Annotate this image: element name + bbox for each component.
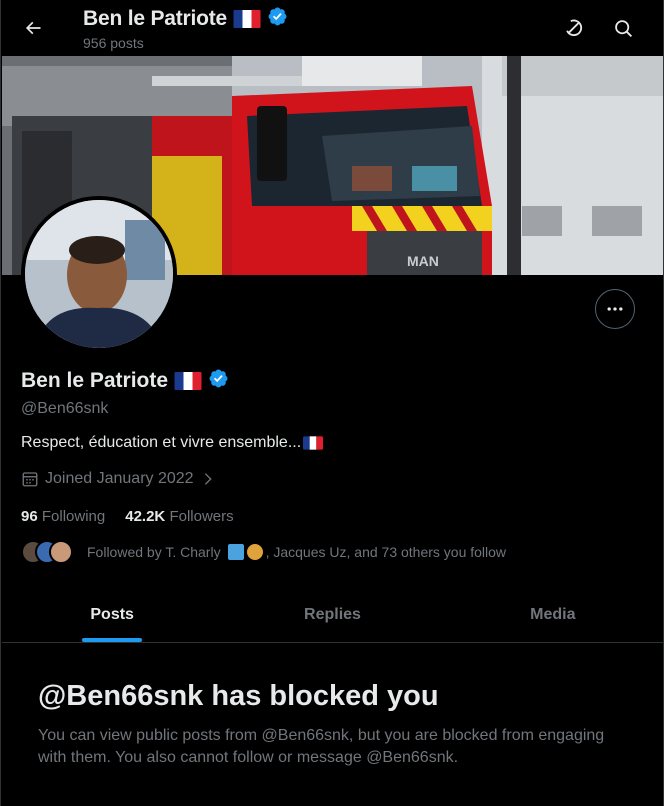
top-bar: Ben le Patriote 956 posts (1, 0, 663, 56)
header-post-count: 956 posts (83, 35, 144, 51)
profile-name-row: Ben le Patriote (21, 368, 229, 394)
following-label: Following (41, 508, 106, 525)
profile-tabs: Posts Replies Media (2, 588, 663, 643)
grok-icon (566, 19, 583, 37)
followed-by-suffix: , Jacques Uz, and 73 others you follow (265, 544, 507, 560)
verified-badge-icon[interactable] (208, 368, 229, 394)
back-button[interactable] (15, 10, 51, 46)
followed-by-prefix: Followed by T. Charly (87, 544, 221, 560)
grok-button[interactable] (556, 10, 592, 46)
more-icon (607, 307, 623, 311)
tab-media[interactable]: Media (443, 588, 663, 642)
followers-count: 42.2K (125, 508, 166, 525)
blue-square-emoji-icon (227, 544, 244, 560)
tab-label: Media (530, 606, 576, 623)
search-button[interactable] (605, 10, 641, 46)
more-options-button[interactable] (595, 289, 635, 329)
tab-posts[interactable]: Posts (2, 588, 222, 642)
following-link[interactable]: 96 Following (21, 508, 105, 525)
joined-date[interactable]: Joined January 2022 (21, 470, 216, 488)
following-count: 96 (21, 508, 38, 525)
tab-label: Replies (304, 606, 361, 623)
search-icon (614, 19, 632, 37)
calendar-icon (22, 472, 38, 487)
profile-name: Ben le Patriote (21, 369, 169, 392)
france-flag-icon (233, 10, 261, 28)
verified-badge-icon (267, 6, 288, 32)
bio-text: Respect, éducation et vivre ensemble... (21, 434, 302, 451)
header-title: Ben le Patriote (83, 7, 228, 30)
header-title-row: Ben le Patriote (83, 6, 288, 32)
france-flag-icon (174, 372, 202, 390)
profile-bio: Respect, éducation et vivre ensemble... (21, 434, 324, 452)
avatar-image (25, 200, 173, 348)
tab-label: Posts (90, 606, 134, 623)
followers-label: Followers (169, 508, 234, 525)
follower-avatar (49, 540, 73, 564)
followers-link[interactable]: 42.2K Followers (125, 508, 233, 525)
arrow-left-icon (25, 21, 41, 35)
lion-emoji-icon (246, 544, 263, 560)
profile-avatar[interactable] (21, 196, 177, 352)
followed-by-row[interactable]: Followed by T. Charly , Jacques Uz, and … (21, 540, 506, 564)
france-flag-icon (303, 436, 324, 450)
joined-text: Joined January 2022 (45, 470, 194, 487)
profile-handle: @Ben66snk (21, 400, 109, 417)
svg-text:MAN: MAN (407, 253, 439, 269)
blocked-description: You can view public posts from @Ben66snk… (38, 727, 605, 766)
followed-by-text: Followed by T. Charly , Jacques Uz, and … (87, 544, 506, 560)
follow-counts: 96 Following 42.2K Followers (21, 508, 234, 525)
chevron-right-icon (204, 473, 212, 485)
tab-replies[interactable]: Replies (222, 588, 442, 642)
profile-page: Ben le Patriote 956 posts MAN Ben le Pat… (0, 0, 664, 806)
blocked-title: @Ben66snk has blocked you (38, 680, 439, 712)
